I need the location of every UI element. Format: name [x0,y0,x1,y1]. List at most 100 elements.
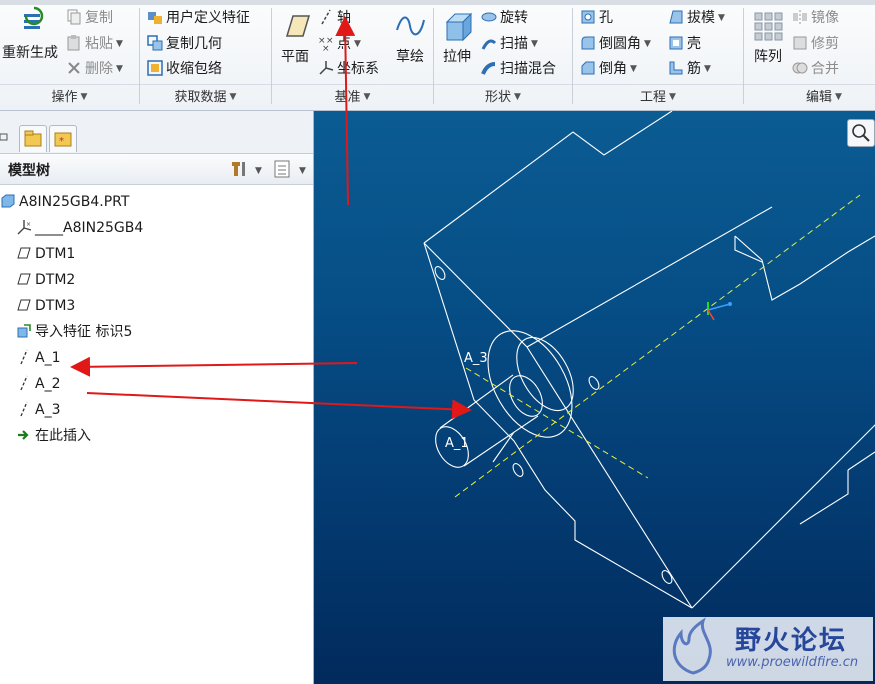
chamfer-icon [581,61,595,75]
chevron-down-icon: ▼ [116,64,123,74]
chevron-down-icon: ▼ [116,39,123,49]
coordinate-system-button[interactable]: 坐标系 [318,59,379,79]
group-label-get-data[interactable]: 获取数据 ▼ [140,86,271,108]
tab-folder-browser[interactable] [19,125,47,152]
tree-item-label: A_2 [35,376,61,392]
tree-item-label: 导入特征 标识5 [35,324,133,340]
view-toolbar-button[interactable] [847,119,875,147]
paste-icon [67,35,80,51]
hole-icon [581,10,595,24]
tree-settings-button[interactable]: ▼ [228,158,264,180]
svg-text:▼: ▼ [299,166,306,176]
shrinkwrap-button[interactable]: 收缩包络 [147,59,222,79]
svg-text:▼: ▼ [255,166,262,176]
merge-icon [792,62,808,74]
tree-show-button[interactable]: ▼ [272,158,308,180]
watermark-url: www.proewildfire.cn [726,655,859,670]
user-defined-feature-button[interactable]: 用户定义特征 [147,8,250,28]
tree-item-axis-a2[interactable]: A_2 [16,371,316,397]
group-label-shapes[interactable]: 形状 ▼ [434,86,572,108]
chevron-down-icon: ▼ [718,13,725,23]
draft-button[interactable]: 拔模 ▼ [668,8,725,28]
pattern-button[interactable]: 阵列 [748,10,788,66]
delete-button[interactable]: 删除 ▼ [66,59,123,79]
tree-item-label: DTM2 [35,272,76,288]
user-defined-feature-label: 用户定义特征 [166,10,250,26]
revolve-button[interactable]: 旋转 [481,8,528,28]
tree-item-axis-a1[interactable]: A_1 [16,345,316,371]
ribbon-tab-strip [0,0,875,5]
rib-icon [669,61,683,75]
group-label-operations[interactable]: 操作 ▼ [0,86,139,108]
datum-plane-icon [17,247,31,259]
copy-geometry-button[interactable]: 复制几何 [147,34,222,54]
shell-label: 壳 [687,36,701,52]
pattern-label: 阵列 [754,49,782,65]
chamfer-label: 倒角 [599,61,627,77]
rib-button[interactable]: 筋 ▼ [668,59,711,79]
sketch-button[interactable]: 草绘 [390,10,430,66]
svg-text:×: × [322,44,330,51]
tree-item-part[interactable]: A8IN25GB4.PRT [0,189,300,215]
group-label-editing[interactable]: 编辑 ▼ [744,86,875,108]
copy-geometry-label: 复制几何 [166,36,222,52]
tab-favorites[interactable]: * [49,125,77,152]
shell-button[interactable]: 壳 [668,34,701,54]
merge-button[interactable]: 合并 [792,59,839,79]
group-label-datum[interactable]: 基准 ▼ [272,86,433,108]
user-defined-feature-icon [148,12,162,24]
datum-plane-icon [17,273,31,285]
coordinate-system-icon [319,61,334,75]
round-icon [581,36,595,50]
swept-blend-icon [481,62,496,75]
tree-item-dtm3[interactable]: DTM3 [16,293,316,319]
tree-item-coordinate-system[interactable]: × ____A8IN25GB4 [16,215,316,241]
svg-text:*: * [59,136,64,147]
chevron-down-icon: ▼ [704,64,711,74]
mirror-button[interactable]: 镜像 [792,8,839,28]
sweep-button[interactable]: 扫描 ▼ [481,34,538,54]
tree-item-dtm1[interactable]: DTM1 [16,241,316,267]
tree-item-axis-a3[interactable]: A_3 [16,397,316,423]
extrude-label: 拉伸 [443,49,471,65]
trim-button[interactable]: 修剪 [792,34,839,54]
part-icon [1,194,15,208]
extrude-button[interactable]: 拉伸 [437,10,477,66]
round-button[interactable]: 倒圆角 ▼ [580,34,651,54]
group-label-engineering[interactable]: 工程 ▼ [573,86,743,108]
regenerate-button[interactable]: 重新生成 [0,6,60,62]
paste-button[interactable]: 粘贴 ▼ [66,34,123,54]
model-tree-title: 模型树 [8,163,50,179]
paste-label: 粘贴 [85,36,113,52]
axis-button[interactable]: 轴 [318,8,351,28]
shrinkwrap-icon [147,60,163,76]
chevron-down-icon: ▼ [630,64,637,74]
delete-icon [68,62,80,74]
axis-label-a3: A_3 [464,351,488,366]
regenerate-label: 重新生成 [2,45,58,61]
tree-item-import-feature[interactable]: 导入特征 标识5 [16,319,316,345]
hole-button[interactable]: 孔 [580,8,613,28]
datum-plane-icon [279,10,311,42]
sketch-icon [394,10,426,42]
tree-item-dtm2[interactable]: DTM2 [16,267,316,293]
chevron-down-icon: ▼ [644,39,651,49]
chamfer-button[interactable]: 倒角 ▼ [580,59,637,79]
swept-blend-button[interactable]: 扫描混合 [481,59,556,79]
mirror-icon [793,10,807,24]
pattern-icon [752,10,784,42]
point-button[interactable]: × × × 点 ▼ [318,34,361,54]
copy-button[interactable]: 复制 [66,8,113,28]
hole-label: 孔 [599,10,613,26]
plane-button[interactable]: 平面 [274,10,316,66]
regenerate-icon [14,6,46,38]
datum-axis-icon [20,375,28,391]
tree-item-insert-here[interactable]: 在此插入 [16,423,316,449]
tab-model-tree[interactable] [0,131,8,143]
sweep-label: 扫描 [500,36,528,52]
watermark-title: 野火论坛 [735,626,848,656]
graphics-viewport[interactable]: A_3 A_1 [314,111,875,684]
trim-label: 修剪 [811,36,839,52]
draft-icon [669,10,683,24]
copy-geometry-icon [147,35,163,51]
